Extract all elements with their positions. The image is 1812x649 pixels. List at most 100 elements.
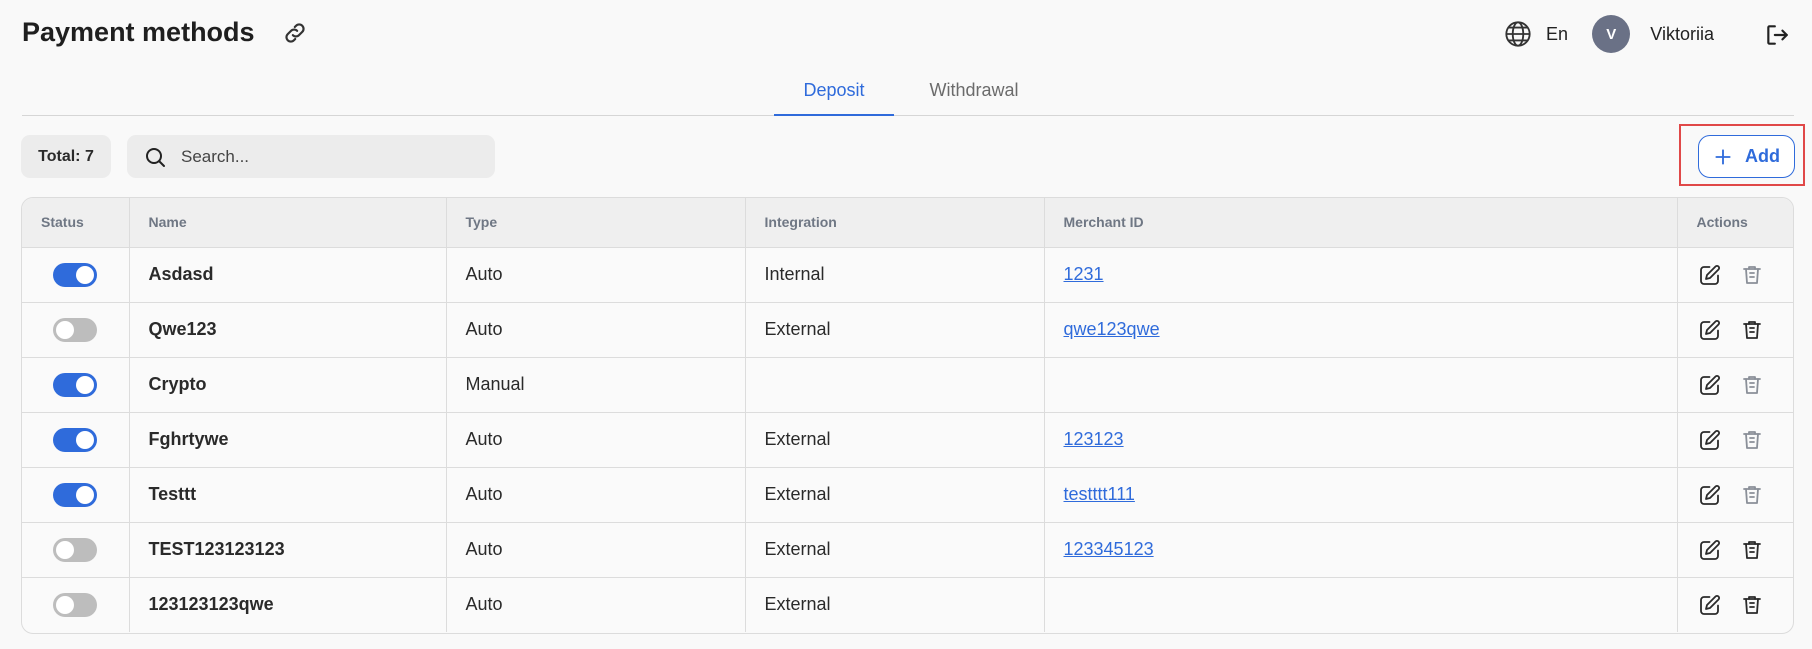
search-input[interactable]: [181, 146, 481, 167]
type-cell: Auto: [446, 577, 746, 632]
table-row: 123123123qwe Auto External: [22, 577, 1793, 632]
trash-icon[interactable]: [1740, 483, 1764, 507]
edit-icon[interactable]: [1698, 428, 1722, 452]
edit-icon[interactable]: [1698, 593, 1722, 617]
actions-cell: [1677, 467, 1793, 523]
edit-icon[interactable]: [1698, 538, 1722, 562]
toggle-knob: [76, 265, 94, 284]
integration-cell: External: [745, 467, 1045, 523]
column-header-integration[interactable]: Integration: [745, 198, 1045, 248]
link-icon[interactable]: [282, 20, 308, 46]
merchant-id-cell: testttt111: [1044, 467, 1678, 523]
edit-icon[interactable]: [1698, 483, 1722, 507]
integration-cell: Internal: [745, 247, 1045, 303]
name-cell: 123123123qwe: [129, 577, 447, 632]
tab-bar: Deposit Withdrawal: [22, 76, 1794, 116]
merchant-id-link[interactable]: 123345123: [1064, 539, 1154, 559]
integration-cell: External: [745, 577, 1045, 632]
actions-cell: [1677, 577, 1793, 632]
status-cell: [22, 357, 130, 413]
type-cell: Auto: [446, 522, 746, 578]
status-cell: [22, 412, 130, 468]
merchant-id-link[interactable]: 1231: [1064, 264, 1104, 284]
table-row: TEST123123123 Auto External 123345123: [22, 522, 1793, 578]
status-toggle[interactable]: [53, 482, 97, 507]
type-cell: Auto: [446, 247, 746, 303]
edit-icon[interactable]: [1698, 373, 1722, 397]
tab-deposit[interactable]: Deposit: [774, 80, 894, 116]
toggle-knob: [76, 375, 94, 394]
type-cell: Auto: [446, 412, 746, 468]
column-header-merchant-id[interactable]: Merchant ID: [1044, 198, 1678, 248]
edit-icon[interactable]: [1698, 263, 1722, 287]
status-toggle[interactable]: [53, 317, 97, 342]
actions-cell: [1677, 522, 1793, 578]
tab-withdrawal[interactable]: Withdrawal: [914, 80, 1034, 116]
avatar: V: [1592, 15, 1631, 53]
name-cell: Crypto: [129, 357, 447, 413]
merchant-id-link[interactable]: testttt111: [1064, 484, 1135, 504]
status-cell: [22, 247, 130, 303]
merchant-id-link[interactable]: qwe123qwe: [1064, 319, 1160, 339]
trash-icon[interactable]: [1740, 318, 1764, 342]
language-label: En: [1545, 23, 1568, 44]
user-menu[interactable]: V Viktoriia: [1592, 14, 1714, 54]
column-header-status[interactable]: Status: [22, 198, 130, 248]
name-cell: Fghrtywe: [129, 412, 447, 468]
type-cell: Manual: [446, 357, 746, 413]
total-count-badge: Total: 7: [21, 135, 111, 178]
name-cell: Asdasd: [129, 247, 447, 303]
trash-icon[interactable]: [1740, 373, 1764, 397]
toggle-knob: [56, 595, 74, 614]
toggle-knob: [76, 430, 94, 449]
actions-cell: [1677, 247, 1793, 303]
merchant-id-cell: [1044, 577, 1678, 632]
status-toggle[interactable]: [53, 262, 97, 287]
type-cell: Auto: [446, 467, 746, 523]
globe-icon: [1505, 21, 1531, 47]
search-box: [127, 135, 495, 178]
column-header-name[interactable]: Name: [129, 198, 447, 248]
trash-icon[interactable]: [1740, 538, 1764, 562]
table-row: Fghrtywe Auto External 123123: [22, 412, 1793, 468]
merchant-id-cell: 123123: [1044, 412, 1678, 468]
edit-icon[interactable]: [1698, 318, 1722, 342]
column-header-actions: Actions: [1677, 198, 1793, 248]
plus-icon: [1715, 148, 1731, 165]
logout-icon[interactable]: [1764, 22, 1790, 48]
table-row: Qwe123 Auto External qwe123qwe: [22, 302, 1793, 358]
table-row: Asdasd Auto Internal 1231: [22, 247, 1793, 303]
merchant-id-cell: 1231: [1044, 247, 1678, 303]
add-button-label: Add: [1745, 146, 1780, 166]
trash-icon[interactable]: [1740, 428, 1764, 452]
name-cell: Testtt: [129, 467, 447, 523]
table-body: Asdasd Auto Internal 1231 Qwe123 Auto External…: [22, 247, 1793, 632]
integration-cell: [745, 357, 1045, 413]
actions-cell: [1677, 412, 1793, 468]
type-cell: Auto: [446, 302, 746, 358]
status-cell: [22, 467, 130, 523]
status-cell: [22, 577, 130, 632]
merchant-id-cell: qwe123qwe: [1044, 302, 1678, 358]
add-button[interactable]: Add: [1698, 135, 1795, 178]
trash-icon[interactable]: [1740, 263, 1764, 287]
merchant-id-link[interactable]: 123123: [1064, 429, 1124, 449]
table-row: Testtt Auto External testttt111: [22, 467, 1793, 523]
status-toggle[interactable]: [53, 372, 97, 397]
status-toggle[interactable]: [53, 427, 97, 452]
merchant-id-cell: [1044, 357, 1678, 413]
toggle-knob: [56, 320, 74, 339]
search-icon: [146, 147, 165, 167]
name-cell: Qwe123: [129, 302, 447, 358]
language-selector[interactable]: En: [1504, 18, 1568, 50]
page-title: Payment methods: [22, 17, 255, 47]
column-header-type[interactable]: Type: [446, 198, 746, 248]
status-toggle[interactable]: [53, 592, 97, 617]
merchant-id-cell: 123345123: [1044, 522, 1678, 578]
status-cell: [22, 522, 130, 578]
status-toggle[interactable]: [53, 537, 97, 562]
integration-cell: External: [745, 412, 1045, 468]
page-header: Payment methods En V Viktoriia: [22, 14, 1790, 54]
actions-cell: [1677, 357, 1793, 413]
trash-icon[interactable]: [1740, 593, 1764, 617]
